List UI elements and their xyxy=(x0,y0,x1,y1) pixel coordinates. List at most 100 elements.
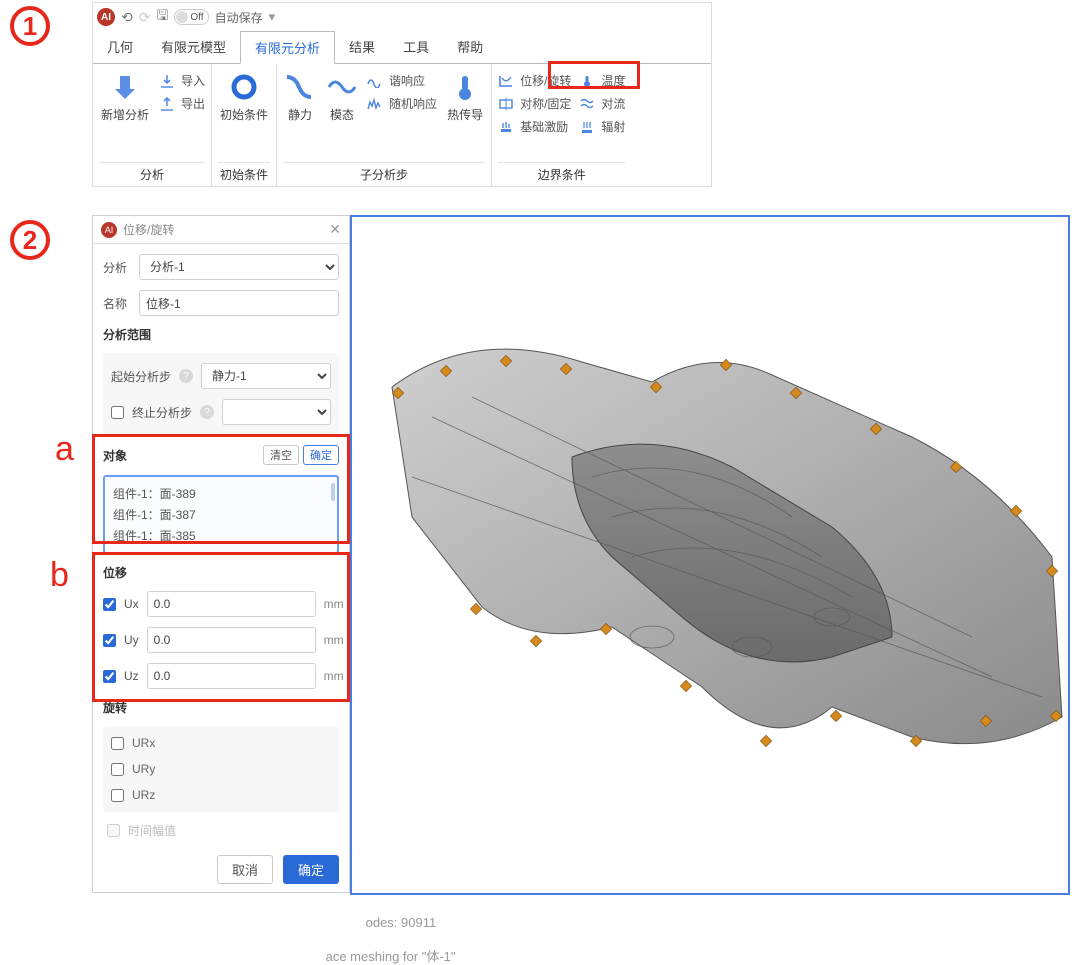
ribbon-tabs: 几何 有限元模型 有限元分析 结果 工具 帮助 xyxy=(93,31,711,64)
harmonic-icon xyxy=(367,73,383,89)
displacement-panel: AI 位移/旋转 ✕ 分析 分析-1 名称 分析范围 起始分析步 ? 静力-1 xyxy=(92,215,350,893)
convection-button[interactable]: 对流 xyxy=(579,95,625,112)
panel-footer: 取消 确定 xyxy=(93,847,349,892)
rotation-title: 旋转 xyxy=(103,699,339,716)
temperature-button[interactable]: 温度 xyxy=(579,72,625,89)
scope-box: 起始分析步 ? 静力-1 终止分析步 ? xyxy=(103,353,339,435)
urz-label: URz xyxy=(132,788,155,802)
ribbon-group-analysis: 新增分析 导入 导出 分析 xyxy=(93,64,212,186)
ribbon: AI ⟲ ⟳ 🖫 Off 自动保存 ▾ 几何 有限元模型 有限元分析 结果 工具… xyxy=(92,2,712,187)
urz-checkbox[interactable] xyxy=(111,789,124,802)
start-step-label: 起始分析步 xyxy=(111,368,171,385)
rotation-box: URx URy URz xyxy=(103,726,339,812)
app-logo-icon: AI xyxy=(97,8,115,26)
displacement-rotation-button[interactable]: 位移/旋转 xyxy=(498,72,571,89)
symmetry-fixed-button[interactable]: 对称/固定 xyxy=(498,95,571,112)
modal-button[interactable]: 模态 xyxy=(325,68,359,127)
radiation-icon xyxy=(579,119,595,135)
uz-input[interactable] xyxy=(147,663,316,689)
objects-list[interactable]: 组件-1：面-389 组件-1：面-387 组件-1：面-385 xyxy=(103,475,339,554)
panel-titlebar: AI 位移/旋转 ✕ xyxy=(93,216,349,244)
displacement-box: Ux mm Uy mm Uz mm xyxy=(103,591,339,689)
annotation-circle-1: 1 xyxy=(10,6,50,46)
tab-help[interactable]: 帮助 xyxy=(443,31,497,63)
unit-label: mm xyxy=(324,669,344,683)
base-excitation-button[interactable]: 基础激励 xyxy=(498,118,571,135)
convection-icon xyxy=(579,96,595,112)
scope-title: 分析范围 xyxy=(103,326,339,343)
static-icon xyxy=(285,72,315,102)
tab-fe-model[interactable]: 有限元模型 xyxy=(147,31,240,63)
initial-condition-button[interactable]: 初始条件 xyxy=(218,68,270,127)
tab-fe-analysis[interactable]: 有限元分析 xyxy=(240,31,335,64)
uz-checkbox[interactable] xyxy=(103,670,116,683)
start-step-select[interactable]: 静力-1 xyxy=(201,363,331,389)
base-excitation-icon xyxy=(498,119,514,135)
dropdown-icon[interactable]: ▾ xyxy=(269,9,276,25)
annotation-letter-a: a xyxy=(55,430,74,469)
random-icon xyxy=(367,96,383,112)
static-button[interactable]: 静力 xyxy=(283,68,317,127)
autosave-toggle[interactable]: Off xyxy=(174,9,208,25)
import-button[interactable]: 导入 xyxy=(159,72,205,89)
new-analysis-button[interactable]: 新增分析 xyxy=(99,68,151,127)
end-step-checkbox[interactable] xyxy=(111,406,124,419)
clear-button[interactable]: 清空 xyxy=(263,445,299,465)
thermal-icon xyxy=(450,72,480,102)
ok-button[interactable]: 确定 xyxy=(283,855,339,884)
uy-label: Uy xyxy=(124,633,139,647)
harmonic-button[interactable]: 谐响应 xyxy=(367,72,437,89)
ribbon-body: 新增分析 导入 导出 分析 xyxy=(93,64,711,186)
export-button[interactable]: 导出 xyxy=(159,95,205,112)
analysis-select[interactable]: 分析-1 xyxy=(139,254,339,280)
thermal-button[interactable]: 热传导 xyxy=(445,68,485,127)
urx-checkbox[interactable] xyxy=(111,737,124,750)
list-item[interactable]: 组件-1：面-387 xyxy=(113,504,329,525)
tab-tools[interactable]: 工具 xyxy=(389,31,443,63)
ribbon-group-initial: 初始条件 初始条件 xyxy=(212,64,277,186)
import-icon xyxy=(159,73,175,89)
symmetry-icon xyxy=(498,96,514,112)
cancel-button[interactable]: 取消 xyxy=(217,855,273,884)
close-icon[interactable]: ✕ xyxy=(329,221,341,238)
uy-input[interactable] xyxy=(147,627,316,653)
model-render xyxy=(352,217,1070,895)
undo-icon[interactable]: ⟲ xyxy=(121,9,133,26)
help-icon[interactable]: ? xyxy=(179,369,193,383)
time-amplitude-checkbox xyxy=(107,824,120,837)
radiation-button[interactable]: 辐射 xyxy=(579,118,625,135)
end-step-select[interactable] xyxy=(222,399,331,425)
random-button[interactable]: 随机响应 xyxy=(367,95,437,112)
analysis-label: 分析 xyxy=(103,259,131,276)
export-icon xyxy=(159,96,175,112)
annotation-circle-2: 2 xyxy=(10,220,50,260)
ux-input[interactable] xyxy=(147,591,316,617)
new-analysis-icon xyxy=(110,72,140,102)
3d-viewport[interactable] xyxy=(350,215,1070,895)
name-input[interactable] xyxy=(139,290,339,316)
group-label-initial: 初始条件 xyxy=(218,162,270,186)
list-item[interactable]: 组件-1：面-385 xyxy=(113,525,329,546)
name-label: 名称 xyxy=(103,295,131,312)
annotation-letter-b: b xyxy=(50,556,69,595)
initial-condition-icon xyxy=(229,72,259,102)
list-item[interactable]: 组件-1：面-389 xyxy=(113,483,329,504)
ux-label: Ux xyxy=(124,597,139,611)
unit-label: mm xyxy=(324,633,344,647)
toggle-knob-icon xyxy=(176,11,188,23)
modal-icon xyxy=(327,72,357,102)
unit-label: mm xyxy=(324,597,344,611)
tab-results[interactable]: 结果 xyxy=(335,31,389,63)
ux-checkbox[interactable] xyxy=(103,598,116,611)
redo-icon[interactable]: ⟳ xyxy=(139,9,151,26)
group-label-analysis: 分析 xyxy=(99,162,205,186)
help-icon[interactable]: ? xyxy=(200,405,214,419)
save-icon[interactable]: 🖫 xyxy=(156,5,168,29)
uy-checkbox[interactable] xyxy=(103,634,116,647)
confirm-selection-button[interactable]: 确定 xyxy=(303,445,339,465)
scrollbar-thumb[interactable] xyxy=(331,483,335,501)
ury-checkbox[interactable] xyxy=(111,763,124,776)
ury-label: URy xyxy=(132,762,155,776)
tab-geometry[interactable]: 几何 xyxy=(93,31,147,63)
autosave-label: 自动保存 xyxy=(215,9,263,26)
